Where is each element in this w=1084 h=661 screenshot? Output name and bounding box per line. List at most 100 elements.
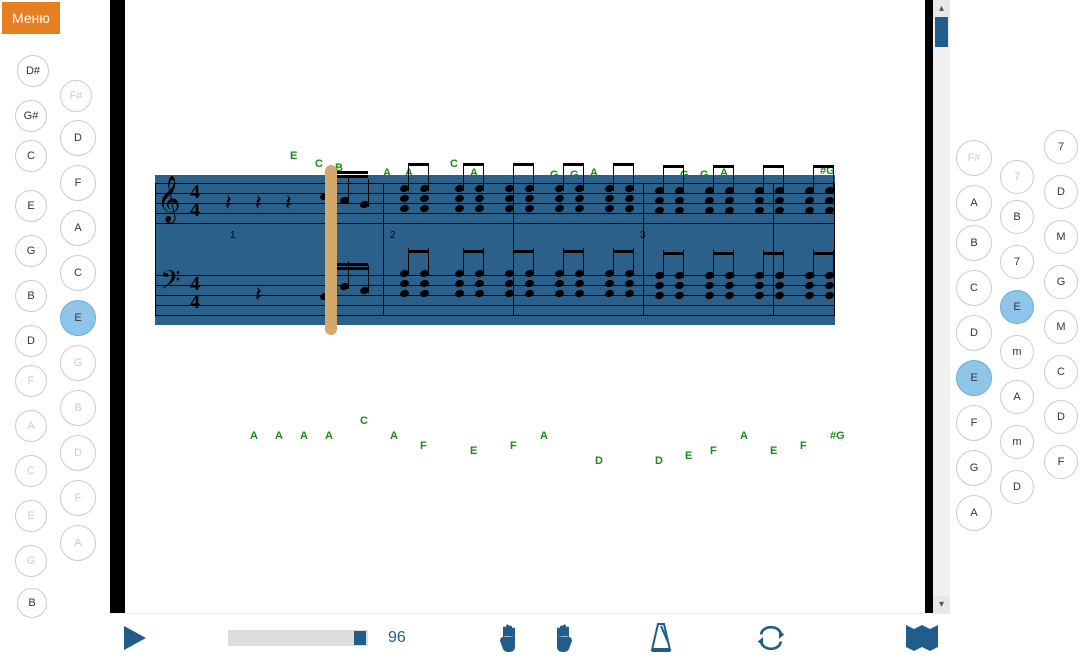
- bayan-key-e[interactable]: E: [15, 500, 47, 532]
- bayan-key-c[interactable]: C: [15, 140, 47, 172]
- note-stem: [833, 250, 834, 278]
- note-stem: [783, 165, 784, 193]
- bayan-key-dsharp[interactable]: D#: [17, 55, 49, 87]
- bayan-chord-m[interactable]: m: [1000, 335, 1034, 369]
- chord-label: A: [250, 430, 258, 442]
- bayan-chord-b[interactable]: B: [1000, 200, 1034, 234]
- play-button[interactable]: [120, 624, 148, 652]
- barline: [155, 183, 156, 315]
- bayan-key-d[interactable]: D: [60, 120, 96, 156]
- rest-icon: 𝄽: [255, 190, 262, 216]
- chord-label: C: [315, 158, 323, 170]
- bass-clef-icon: 𝄢: [160, 265, 181, 303]
- bayan-chord-7[interactable]: 7: [1000, 160, 1034, 194]
- volume-slider[interactable]: [228, 630, 368, 646]
- bayan-chord-a[interactable]: A: [956, 495, 992, 531]
- bayan-key-c[interactable]: C: [15, 455, 47, 487]
- beam: [813, 252, 833, 255]
- chord-label: F: [800, 440, 807, 452]
- bayan-key-b[interactable]: B: [60, 390, 96, 426]
- bayan-chord-fsharp[interactable]: F#: [956, 140, 992, 176]
- bayan-chord-m[interactable]: M: [1044, 310, 1078, 344]
- menu-button[interactable]: Меню: [2, 2, 60, 34]
- right-hand-button[interactable]: [546, 623, 576, 653]
- bayan-chord-f[interactable]: F: [956, 405, 992, 441]
- bayan-chord-e[interactable]: E: [1000, 290, 1034, 324]
- rest-icon: 𝄽: [255, 282, 262, 308]
- bayan-chord-g[interactable]: G: [1044, 265, 1078, 299]
- beam: [613, 250, 633, 253]
- measure-number: 1: [230, 230, 236, 241]
- chord-label: #G: [830, 430, 845, 442]
- bayan-chord-g[interactable]: G: [956, 450, 992, 486]
- chord-label: E: [470, 445, 477, 457]
- bayan-key-a[interactable]: A: [60, 525, 96, 561]
- chord-label: A: [540, 430, 548, 442]
- bayan-chord-d[interactable]: D: [1044, 400, 1078, 434]
- bayan-key-e[interactable]: E: [60, 300, 96, 336]
- bayan-key-f[interactable]: F: [60, 480, 96, 516]
- bayan-chord-a[interactable]: A: [956, 185, 992, 221]
- bayan-chord-c[interactable]: C: [956, 270, 992, 306]
- bayan-chord-7[interactable]: 7: [1044, 130, 1078, 164]
- bayan-key-g[interactable]: G: [60, 345, 96, 381]
- treble-clef-icon: 𝄞: [157, 175, 181, 222]
- bayan-key-c[interactable]: C: [60, 255, 96, 291]
- bayan-key-e[interactable]: E: [15, 190, 47, 222]
- note-stem: [733, 165, 734, 193]
- bayan-chord-d[interactable]: D: [956, 315, 992, 351]
- bayan-key-fsharp[interactable]: F#: [60, 80, 92, 112]
- bayan-key-d[interactable]: D: [60, 435, 96, 471]
- bayan-chord-b[interactable]: B: [956, 225, 992, 261]
- bayan-key-b[interactable]: B: [15, 280, 47, 312]
- note-stem: [583, 163, 584, 191]
- bayan-chord-d[interactable]: D: [1044, 175, 1078, 209]
- scroll-up-icon[interactable]: ▴: [933, 0, 950, 17]
- note-stem: [633, 163, 634, 191]
- chord-label: E: [770, 445, 777, 457]
- metronome-button[interactable]: [646, 623, 676, 653]
- beam: [613, 163, 633, 166]
- note-stem: [663, 165, 664, 193]
- bayan-key-g[interactable]: G: [15, 545, 47, 577]
- playhead[interactable]: [325, 165, 337, 335]
- beam: [463, 250, 483, 253]
- scroll-thumb[interactable]: [935, 17, 948, 47]
- scroll-down-icon[interactable]: ▾: [933, 596, 950, 613]
- note-stem: [483, 163, 484, 191]
- bayan-key-f[interactable]: F: [60, 165, 96, 201]
- bayan-key-d[interactable]: D: [15, 325, 47, 357]
- bayan-chord-d[interactable]: D: [1000, 470, 1034, 504]
- beam: [713, 252, 733, 255]
- tempo-display[interactable]: 96: [388, 629, 406, 647]
- chord-label: A: [275, 430, 283, 442]
- bayan-key-a[interactable]: A: [60, 210, 96, 246]
- bayan-key-f[interactable]: F: [15, 365, 47, 397]
- score-canvas[interactable]: ECBAACAGGAGGA#G 𝄞 𝄢 44 44 1 2 3 𝄽𝄽𝄽𝄽: [125, 0, 925, 613]
- bayan-chord-m[interactable]: M: [1044, 220, 1078, 254]
- bayan-key-b[interactable]: B: [17, 588, 47, 618]
- beam: [513, 250, 533, 253]
- left-hand-button[interactable]: [496, 623, 526, 653]
- loop-button[interactable]: [756, 623, 786, 653]
- bayan-key-g[interactable]: G: [15, 235, 47, 267]
- note-stem: [533, 163, 534, 191]
- bayan-key-a[interactable]: A: [15, 410, 47, 442]
- volume-thumb[interactable]: [354, 631, 366, 645]
- bayan-chord-m[interactable]: m: [1000, 425, 1034, 459]
- chord-label: D: [595, 455, 603, 467]
- bayan-chord-f[interactable]: F: [1044, 445, 1078, 479]
- chord-label: A: [325, 430, 333, 442]
- bayan-chord-c[interactable]: C: [1044, 355, 1078, 389]
- bayan-chord-a[interactable]: A: [1000, 380, 1034, 414]
- beam: [763, 165, 783, 168]
- bayan-chord-7[interactable]: 7: [1000, 245, 1034, 279]
- view-mode-button[interactable]: [904, 623, 940, 653]
- note-stem: [428, 248, 429, 276]
- bayan-key-gsharp[interactable]: G#: [15, 100, 47, 132]
- bayan-chord-e[interactable]: E: [956, 360, 992, 396]
- chord-label: E: [685, 450, 692, 462]
- time-signature-bass: 44: [190, 275, 200, 311]
- beam: [563, 163, 583, 166]
- measure-number: 3: [640, 230, 646, 241]
